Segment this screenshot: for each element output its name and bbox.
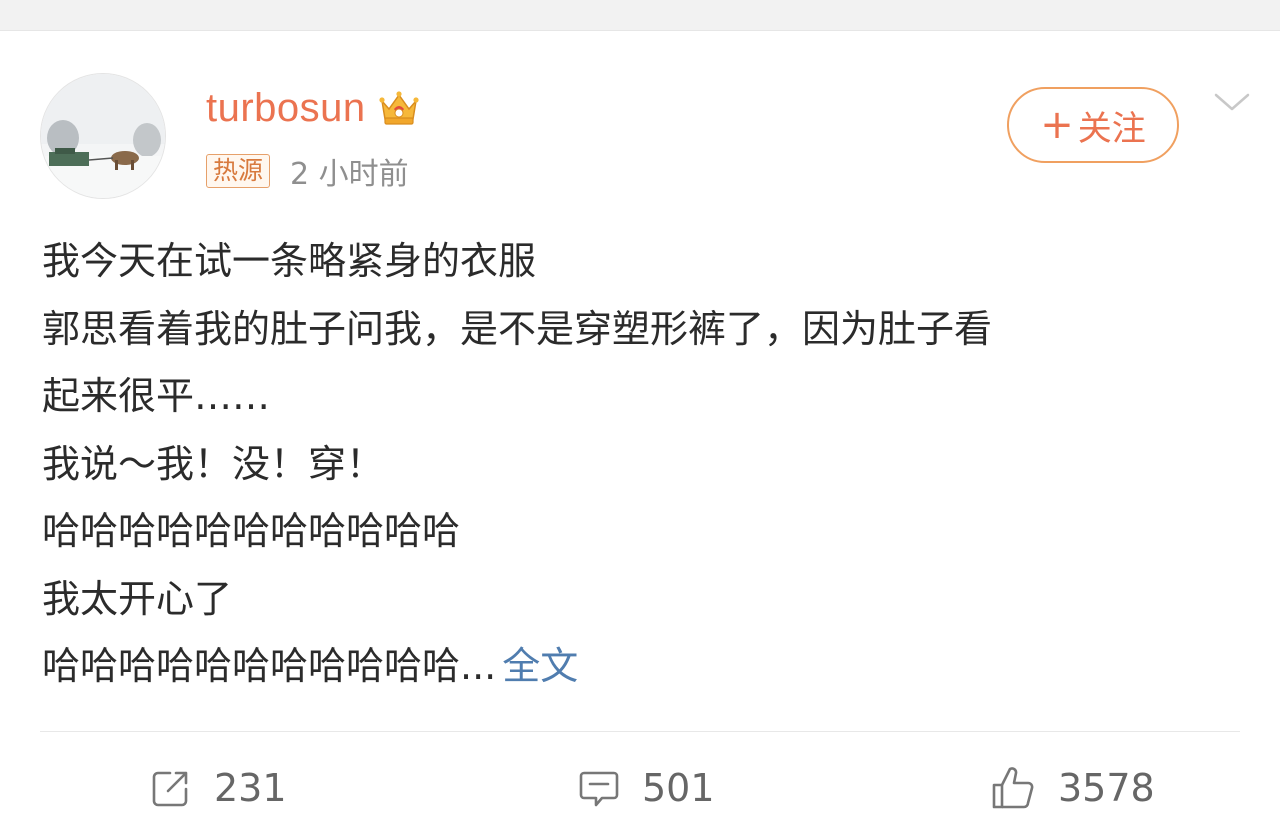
- top-strip: [0, 0, 1280, 31]
- full-text-link[interactable]: 全文: [502, 644, 578, 688]
- content-line-truncated: 哈哈哈哈哈哈哈哈哈哈哈...: [42, 644, 497, 688]
- content-last-line: 哈哈哈哈哈哈哈哈哈哈哈... 全文: [42, 633, 1242, 701]
- post-timestamp: 2 小时前: [290, 157, 409, 192]
- comment-button[interactable]: 501: [578, 763, 715, 813]
- content-line: 郭思看着我的肚子问我，是不是穿塑形裤了，因为肚子看: [42, 306, 993, 351]
- content-line: 我太开心了: [42, 576, 233, 621]
- weibo-post-card: turbosun 热源 2 小时前 + 关注 我今天在试一条略紧身的衣服 郭思看…: [0, 31, 1280, 810]
- thumbs-up-icon: [992, 767, 1034, 809]
- username[interactable]: turbosun: [206, 86, 366, 131]
- crown-icon: [378, 87, 420, 129]
- like-button[interactable]: 3578: [990, 763, 1155, 813]
- action-divider: [40, 731, 1240, 732]
- post-meta-row: 热源 2 小时前: [206, 151, 409, 192]
- content-line: 我说～我！没！穿！: [42, 441, 385, 486]
- follow-button[interactable]: + 关注: [1007, 87, 1179, 163]
- repost-button[interactable]: 231: [150, 763, 287, 813]
- comment-icon: [579, 771, 619, 807]
- repost-icon: [152, 771, 188, 807]
- content-line: 哈哈哈哈哈哈哈哈哈哈哈: [42, 509, 461, 553]
- follow-button-label: 关注: [1077, 108, 1146, 149]
- comment-count: 501: [642, 766, 715, 810]
- repost-count: 231: [214, 766, 287, 810]
- like-count: 3578: [1058, 766, 1155, 810]
- post-content: 我今天在试一条略紧身的衣服 郭思看着我的肚子问我，是不是穿塑形裤了，因为肚子看 …: [42, 228, 1242, 701]
- avatar-image: [41, 74, 165, 198]
- username-row: turbosun: [206, 83, 420, 133]
- content-line: 我今天在试一条略紧身的衣服: [42, 239, 537, 283]
- source-badge: 热源: [206, 154, 271, 188]
- plus-icon: +: [1040, 102, 1074, 148]
- chevron-down-icon[interactable]: [1212, 87, 1252, 117]
- avatar[interactable]: [40, 73, 166, 199]
- content-line: 起来很平……: [42, 374, 271, 418]
